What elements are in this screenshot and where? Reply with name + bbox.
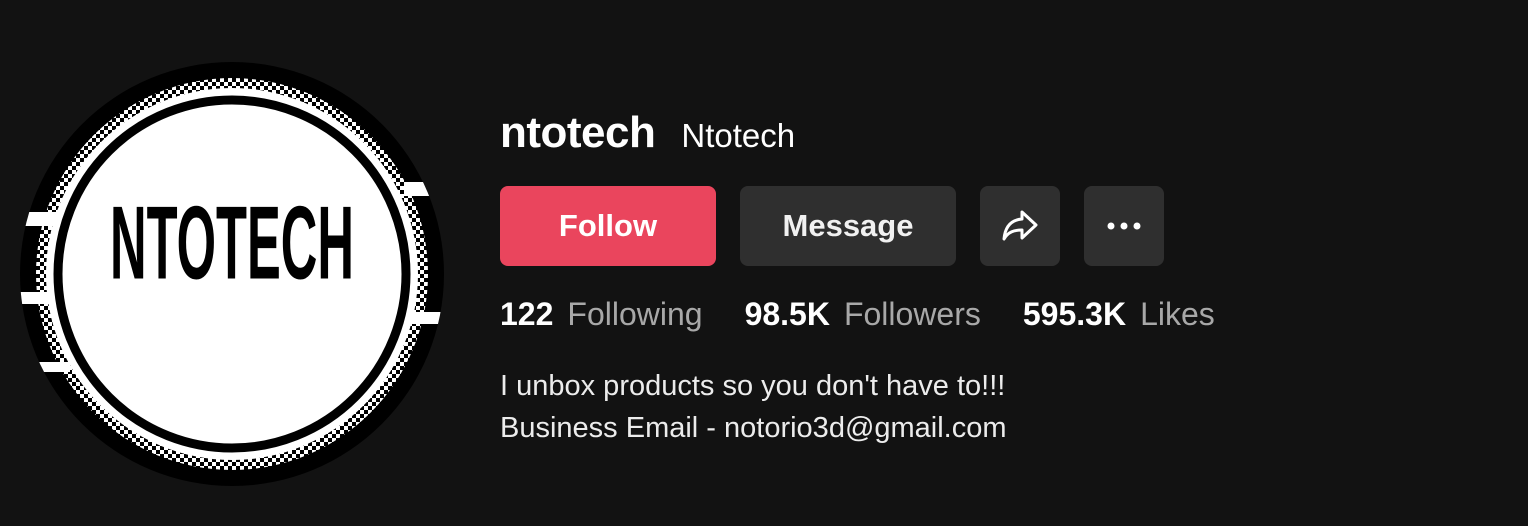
profile-info: ntotech Ntotech Follow Message 122 Follo… [500, 108, 1257, 449]
profile-stats: 122 Following 98.5K Followers 595.3K Lik… [500, 296, 1257, 333]
follow-button[interactable]: Follow [500, 186, 716, 266]
share-button[interactable] [980, 186, 1060, 266]
following-count: 122 [500, 296, 554, 332]
stat-followers[interactable]: 98.5K Followers [745, 296, 981, 333]
username: ntotech [500, 108, 656, 157]
share-icon [1002, 210, 1038, 241]
stat-following[interactable]: 122 Following [500, 296, 703, 333]
more-icon [1107, 222, 1141, 230]
bio-line-2: Business Email - notorio3d@gmail.com [500, 412, 1007, 444]
likes-count: 595.3K [1022, 296, 1127, 332]
avatar-image: NTOTECH [20, 62, 444, 486]
profile-header: NTOTECH ntotech Ntotech Follow Message 1… [0, 0, 1528, 526]
likes-label: Likes [1140, 296, 1215, 332]
bio-line-1: I unbox products so you don't have to!!! [500, 370, 1006, 402]
nickname: Ntotech [681, 117, 796, 154]
more-button[interactable] [1084, 186, 1164, 266]
message-button[interactable]: Message [740, 186, 956, 266]
stat-likes: 595.3K Likes [1023, 296, 1215, 333]
profile-names: ntotech Ntotech [500, 108, 1257, 158]
profile-actions: Follow Message [500, 186, 1257, 266]
followers-label: Followers [843, 296, 981, 332]
avatar[interactable]: NTOTECH [20, 62, 444, 486]
followers-count: 98.5K [744, 296, 830, 332]
avatar-logo-text: NTOTECH [110, 186, 354, 301]
following-label: Following [567, 296, 703, 332]
profile-bio: I unbox products so you don't have to!!!… [500, 365, 1257, 449]
